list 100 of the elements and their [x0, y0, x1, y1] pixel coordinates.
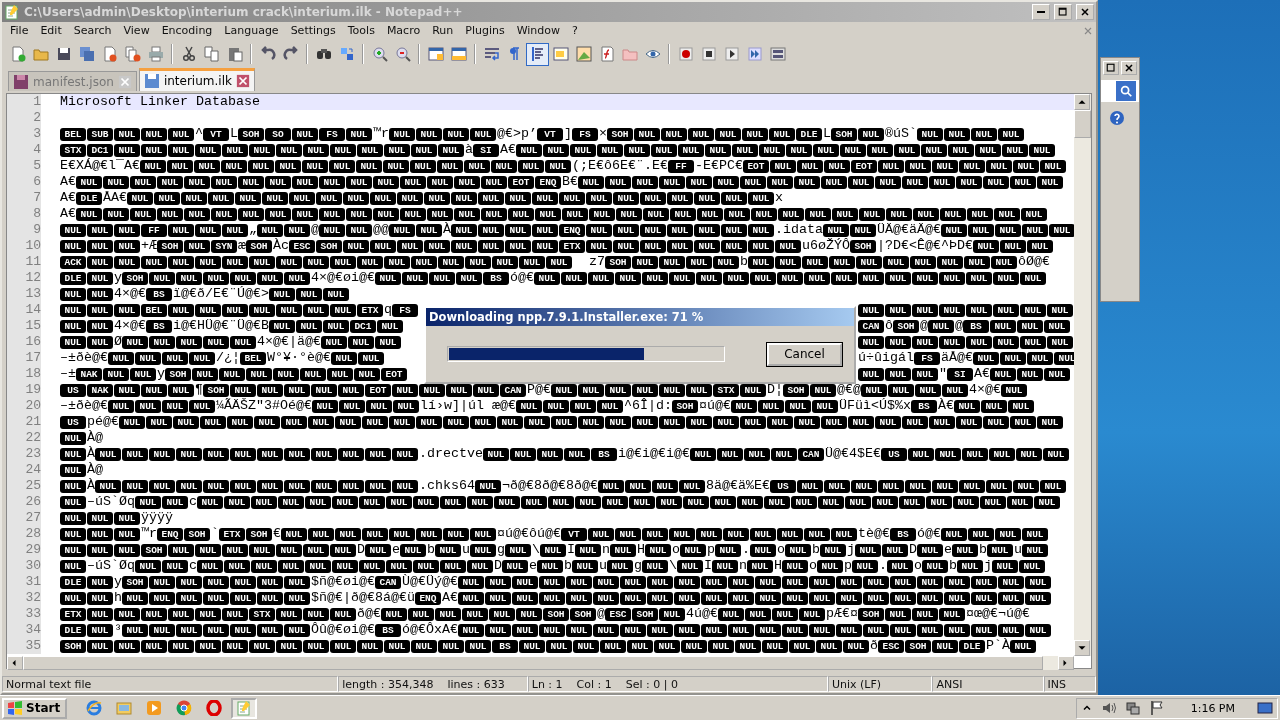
scroll-left-button[interactable]: [7, 656, 23, 671]
line-text: u: [599, 558, 607, 575]
control-char-marker: NUL: [715, 543, 741, 557]
close-button[interactable]: [1076, 3, 1094, 20]
control-char-marker: NUL: [162, 351, 188, 365]
start-button[interactable]: Start: [2, 697, 68, 719]
control-char-marker: NUL: [197, 559, 223, 573]
control-char-marker: US: [881, 447, 907, 461]
control-char-marker: NUL: [87, 543, 113, 557]
control-char-marker: NUL: [60, 447, 86, 461]
control-char-marker: NUL: [397, 239, 423, 253]
help-icon[interactable]: [1109, 110, 1125, 126]
line-text: $ñ@€øi@€: [311, 574, 375, 591]
control-char-marker: NUL: [427, 207, 453, 221]
minimize-button[interactable]: [1032, 3, 1050, 20]
scroll-down-button[interactable]: [1074, 640, 1090, 657]
line-number: 6: [7, 174, 41, 191]
line-text: –±ðè@€: [60, 398, 108, 415]
menu-item[interactable]: Window: [510, 24, 567, 38]
control-char-marker: NUL: [829, 255, 855, 269]
menu-item[interactable]: Macro: [380, 24, 427, 38]
show-desktop-icon[interactable]: [1257, 700, 1273, 716]
scroll-right-button[interactable]: [1058, 656, 1074, 671]
line-text: ^6Î|d:: [623, 398, 672, 415]
control-char-marker: NUL: [1047, 335, 1073, 349]
line-text: D: [357, 542, 365, 559]
control-char-marker: NUL: [135, 399, 161, 413]
control-char-marker: NUL: [593, 623, 619, 637]
line-text: -E€PC€: [694, 158, 743, 175]
control-char-marker: NUL: [713, 175, 739, 189]
control-char-marker: NUL: [249, 543, 275, 557]
redo-icon: [282, 46, 299, 63]
maximize-button[interactable]: [1103, 61, 1119, 75]
line-text: À: [87, 446, 95, 462]
menu-item[interactable]: Edit: [34, 24, 68, 38]
menu-item[interactable]: View: [117, 24, 156, 38]
line-text: i@€i@€i@€: [618, 446, 690, 463]
control-char-marker: NUL: [777, 527, 803, 541]
scroll-up-button[interactable]: [1074, 94, 1090, 111]
control-char-marker: NUL: [967, 207, 993, 221]
scrollbar-thumb[interactable]: [23, 656, 1043, 671]
control-char-marker: SI: [947, 367, 973, 381]
control-char-marker: NUL: [289, 191, 315, 205]
line-text: h: [114, 590, 122, 607]
line-number: 17: [7, 350, 41, 367]
control-char-marker: NUL: [867, 143, 893, 157]
search-button[interactable]: [1116, 81, 1136, 101]
scrollbar-thumb[interactable]: [1074, 110, 1091, 139]
control-char-marker: NUL: [308, 415, 334, 429]
flag-icon[interactable]: [1148, 700, 1165, 716]
control-char-marker: NUL: [470, 527, 496, 541]
control-char-marker: NUL: [284, 479, 310, 493]
control-char-marker: NUL: [392, 479, 418, 493]
line-text: I: [567, 542, 575, 559]
control-char-marker: NUL: [362, 415, 388, 429]
line-text: ð: [870, 638, 878, 655]
control-char-marker: NUL: [542, 399, 569, 413]
control-char-marker: NUL: [327, 367, 353, 381]
menu-item[interactable]: Language: [218, 24, 285, 38]
speaker-icon[interactable]: [1100, 700, 1117, 716]
cancel-button[interactable]: Cancel: [767, 342, 842, 366]
network-icon[interactable]: [1124, 700, 1141, 716]
line-text: tè@€: [858, 526, 890, 543]
control-char-marker: NUL: [440, 559, 466, 573]
control-char-marker: NUL: [759, 143, 785, 157]
control-char-marker: NUL: [140, 159, 166, 173]
menu-item[interactable]: File: [4, 24, 35, 38]
line-number: 5: [7, 158, 41, 175]
control-char-marker: NUL: [782, 575, 808, 589]
control-char-marker: NUL: [645, 543, 671, 557]
menu-item[interactable]: ?: [566, 24, 584, 38]
control-char-marker: NUL: [168, 143, 194, 157]
toolbar-button[interactable]: [526, 42, 549, 66]
close-button[interactable]: [1121, 61, 1137, 75]
control-char-marker: NUL: [1022, 543, 1048, 557]
control-char-marker: NUL: [886, 207, 912, 221]
file-tab[interactable]: interium.ilk: [138, 68, 255, 92]
menu-item[interactable]: Tools: [341, 24, 381, 38]
line-text: À: [87, 478, 95, 495]
menu-item[interactable]: Plugins: [459, 24, 511, 38]
maximize-button[interactable]: [1054, 3, 1072, 20]
control-char-marker: NUL: [995, 527, 1021, 541]
control-char-marker: NUL: [1016, 447, 1042, 461]
close-icon[interactable]: [235, 74, 250, 89]
control-char-marker: NUL: [122, 591, 148, 605]
menu-item[interactable]: Encoding: [155, 24, 219, 38]
line-text: @: [920, 318, 928, 335]
control-char-marker: NUL: [114, 303, 140, 317]
menu-item[interactable]: Settings: [284, 24, 342, 38]
control-char-marker: NUL: [181, 191, 207, 205]
control-char-marker: NUL: [373, 175, 399, 189]
menu-item[interactable]: Run: [426, 24, 460, 38]
control-char-marker: NUL: [512, 591, 538, 605]
control-char-marker: NUL: [1027, 351, 1053, 365]
control-char-marker: NUL: [1017, 319, 1043, 333]
control-char-marker: NUL: [998, 575, 1024, 589]
control-char-marker: VT: [203, 127, 229, 141]
control-char-marker: NUL: [782, 559, 808, 573]
menu-item[interactable]: Search: [67, 24, 118, 38]
control-char-marker: NUL: [248, 159, 274, 173]
